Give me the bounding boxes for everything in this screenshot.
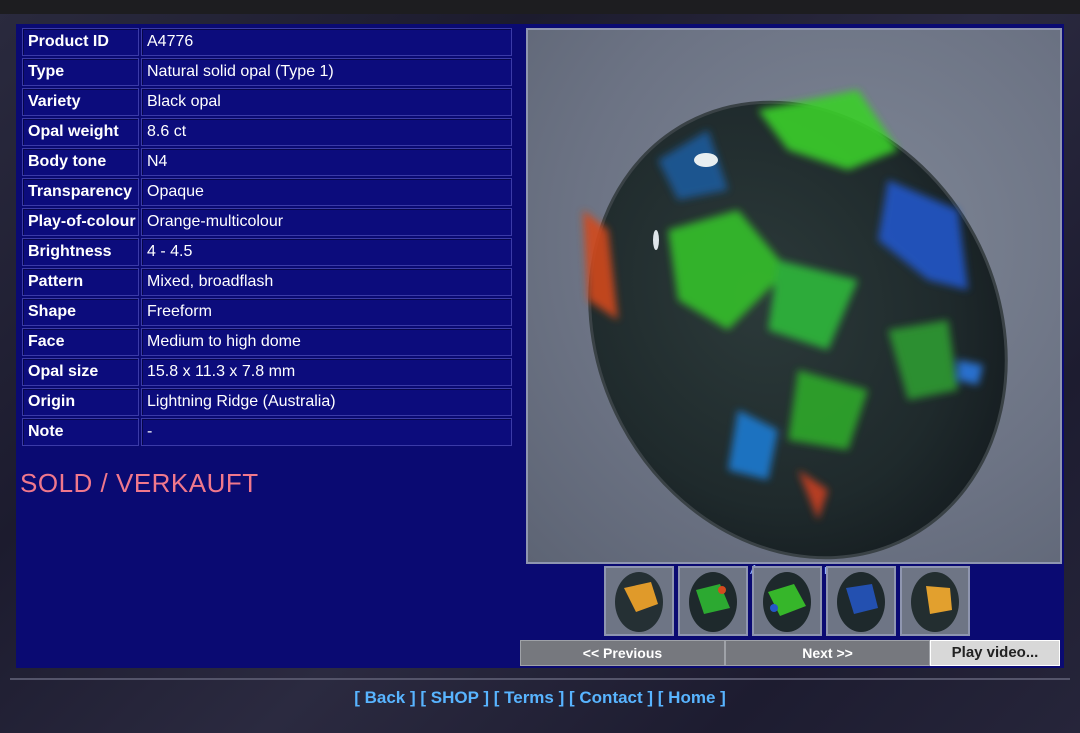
sold-status: SOLD / VERKAUFT	[20, 468, 259, 498]
thumbnail-5[interactable]	[900, 566, 970, 636]
opal-main-image[interactable]	[526, 28, 1062, 564]
spec-label: Face	[22, 328, 139, 356]
thumbnail-5-image	[911, 572, 959, 632]
thumbnail-2-image	[689, 572, 737, 632]
footer-divider	[10, 678, 1070, 680]
spec-label: Body tone	[22, 148, 139, 176]
spec-label: Play-of-colour	[22, 208, 139, 236]
opal-photo-illustration	[583, 90, 1008, 560]
thumbnail-1[interactable]	[604, 566, 674, 636]
table-row: Variety Black opal	[22, 88, 512, 116]
contact-link[interactable]: [ Contact ]	[569, 688, 653, 707]
table-row: Origin Lightning Ridge (Australia)	[22, 388, 512, 416]
spec-value: A4776	[141, 28, 512, 56]
spec-label: Origin	[22, 388, 139, 416]
play-video-button[interactable]: Play video...	[930, 640, 1060, 666]
thumbnail-4[interactable]	[826, 566, 896, 636]
spec-value: -	[141, 418, 512, 446]
back-link[interactable]: [ Back ]	[354, 688, 415, 707]
table-row: Note -	[22, 418, 512, 446]
spec-label: Note	[22, 418, 139, 446]
spec-value: Mixed, broadflash	[141, 268, 512, 296]
spec-value: Freeform	[141, 298, 512, 326]
home-link[interactable]: [ Home ]	[658, 688, 726, 707]
spec-value: Opaque	[141, 178, 512, 206]
table-row: Shape Freeform	[22, 298, 512, 326]
spec-value: 15.8 x 11.3 x 7.8 mm	[141, 358, 512, 386]
spec-label: Shape	[22, 298, 139, 326]
spec-value: Orange-multicolour	[141, 208, 512, 236]
spec-value: Lightning Ridge (Australia)	[141, 388, 512, 416]
previous-button[interactable]: << Previous	[520, 640, 725, 666]
thumbnail-3-image	[763, 572, 811, 632]
product-panel: Product ID A4776 Type Natural solid opal (…	[16, 24, 1064, 668]
spec-value: 4 - 4.5	[141, 238, 512, 266]
table-row: Product ID A4776	[22, 28, 512, 56]
spec-label: Opal weight	[22, 118, 139, 146]
spec-value: N4	[141, 148, 512, 176]
thumbnail-2[interactable]	[678, 566, 748, 636]
table-row: Pattern Mixed, broadflash	[22, 268, 512, 296]
spec-value: Black opal	[141, 88, 512, 116]
thumbnail-1-image	[615, 572, 663, 632]
thumbnail-3[interactable]	[752, 566, 822, 636]
spec-value: 8.6 ct	[141, 118, 512, 146]
terms-link[interactable]: [ Terms ]	[494, 688, 565, 707]
next-button[interactable]: Next >>	[725, 640, 930, 666]
spec-label: Variety	[22, 88, 139, 116]
table-row: Type Natural solid opal (Type 1)	[22, 58, 512, 86]
spec-label: Transparency	[22, 178, 139, 206]
spec-label: Pattern	[22, 268, 139, 296]
spec-label: Type	[22, 58, 139, 86]
thumbnail-4-image	[837, 572, 885, 632]
top-bar	[0, 0, 1080, 14]
spec-label: Opal size	[22, 358, 139, 386]
table-row: Transparency Opaque	[22, 178, 512, 206]
table-row: Play-of-colour Orange-multicolour	[22, 208, 512, 236]
spec-table: Product ID A4776 Type Natural solid opal (…	[20, 26, 514, 448]
table-row: Opal weight 8.6 ct	[22, 118, 512, 146]
spec-label: Brightness	[22, 238, 139, 266]
table-row: Body tone N4	[22, 148, 512, 176]
table-row: Face Medium to high dome	[22, 328, 512, 356]
spec-value: Medium to high dome	[141, 328, 512, 356]
footer-nav: [ Back ] [ SHOP ] [ Terms ] [ Contact ] …	[0, 688, 1080, 708]
shop-link[interactable]: [ SHOP ]	[420, 688, 489, 707]
table-row: Opal size 15.8 x 11.3 x 7.8 mm	[22, 358, 512, 386]
spec-label: Product ID	[22, 28, 139, 56]
spec-value: Natural solid opal (Type 1)	[141, 58, 512, 86]
table-row: Brightness 4 - 4.5	[22, 238, 512, 266]
